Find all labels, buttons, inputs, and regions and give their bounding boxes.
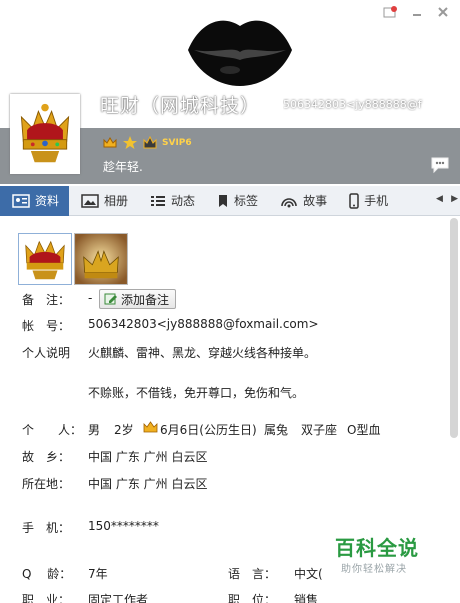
hometown-row: 故 乡： 中国 广东 广州 白云区: [22, 448, 207, 465]
svip-label: SVIP6: [162, 138, 192, 148]
crown-level-icon[interactable]: [102, 135, 118, 151]
star-level-icon[interactable]: [122, 135, 138, 151]
svip-crown-icon[interactable]: [142, 135, 158, 151]
remark-value: -: [88, 291, 93, 305]
profile-account: 506342803<jy888888@f: [283, 98, 422, 111]
tab-label: 相册: [104, 194, 129, 208]
remark-label: 备 注：: [22, 293, 71, 307]
badge-row: SVIP6: [102, 135, 192, 151]
position-value: 销售: [294, 593, 319, 603]
mobile-value: 150********: [88, 519, 159, 533]
avatar-thumb[interactable]: [18, 233, 72, 285]
bio-row: 个人说明 火麒麟、雷神、黑龙、穿越火线各种接单。 不赊账，不借钱，免开尊口，免伤…: [22, 344, 316, 400]
hometown-label: 故 乡：: [22, 450, 71, 464]
location-row: 所在地： 中国 广东 广州 白云区: [22, 475, 207, 492]
location-label: 所在地：: [22, 477, 71, 491]
broadcast-icon: [281, 197, 297, 207]
edit-note-icon: [104, 293, 117, 305]
location-value: 中国 广东 广州 白云区: [88, 477, 208, 491]
remark-row: 备 注：: [22, 291, 76, 308]
profile-header: 旺财（网城科技） 506342803<jy888888@f SVIP6 趁年轻.: [0, 0, 460, 184]
phone-icon: [349, 192, 359, 209]
mobile-label: 手 机：: [22, 521, 71, 535]
profile-name: 旺财（网城科技）: [100, 95, 261, 117]
account-label: 帐 号：: [22, 319, 71, 333]
window-controls: [380, 4, 454, 20]
personal-star-sign: 双子座: [301, 423, 338, 437]
q-age-value: 7年: [88, 567, 108, 581]
language-row: 语 言： 中文(: [228, 565, 323, 582]
profile-signature: 趁年轻.: [103, 160, 143, 174]
tab-label: 故事: [303, 194, 328, 208]
account-row: 帐 号： 506342803<jy888888@foxmail.com>: [22, 317, 319, 334]
tab-label: 标签: [234, 194, 259, 208]
skin-icon[interactable]: [380, 4, 402, 20]
q-age-label: Q 龄：: [22, 567, 72, 581]
job-label: 职 业：: [22, 593, 71, 603]
bio-line-1: 火麒麟、雷神、黑龙、穿越火线各种接单。: [88, 346, 317, 360]
tab-label: 手机: [364, 194, 389, 208]
position-label: 职 位：: [228, 593, 277, 603]
tab-profile[interactable]: 资料: [0, 185, 70, 216]
watermark: 百科全说 助你轻松解决: [325, 530, 453, 580]
tab-album[interactable]: 相册: [69, 186, 138, 216]
mobile-row: 手 机： 150********: [22, 519, 159, 536]
tab-tags[interactable]: 标签: [205, 186, 268, 216]
bio-label: 个人说明: [22, 346, 71, 360]
birthday-crown-icon: [143, 421, 158, 433]
tab-scroll-arrows[interactable]: ◀ ▶: [436, 194, 458, 204]
avatar[interactable]: [10, 94, 80, 174]
hometown-value: 中国 广东 广州 白云区: [88, 450, 208, 464]
tab-scroll-right-icon[interactable]: ▶: [451, 194, 458, 204]
job-value: 固定工作者: [88, 593, 149, 603]
bio-line-2: 不赊账，不借钱，免开尊口，免伤和气。: [88, 386, 305, 400]
feed-list-icon: [151, 195, 166, 206]
tab-feed[interactable]: 动态: [138, 186, 205, 216]
q-age-row: Q 龄： 7年: [22, 565, 108, 582]
tab-label: 动态: [171, 194, 196, 208]
lips-cover-image: [188, 20, 292, 87]
personal-age: 2岁: [114, 423, 134, 437]
account-value: 506342803<jy888888@foxmail.com>: [88, 317, 319, 331]
minimize-icon[interactable]: [406, 4, 428, 20]
tab-scroll-left-icon[interactable]: ◀: [436, 194, 443, 204]
scrollbar[interactable]: [450, 218, 458, 438]
job-row: 职 业： 固定工作者: [22, 591, 148, 603]
add-remark-label: 添加备注: [121, 292, 170, 307]
add-remark-button[interactable]: 添加备注: [99, 289, 177, 309]
position-row: 职 位： 销售: [228, 591, 318, 603]
tab-label: 资料: [35, 194, 60, 208]
photo-icon: [81, 193, 99, 208]
avatar-history: [18, 233, 128, 285]
comment-icon[interactable]: [430, 156, 450, 174]
avatar-thumb[interactable]: [74, 233, 128, 285]
tab-bar: 资料 相册 动态 标签 故事 手机 ◀ ▶: [0, 185, 460, 216]
personal-gender: 男: [88, 423, 101, 437]
close-icon[interactable]: [432, 4, 454, 20]
personal-blood-type: O型血: [347, 423, 381, 437]
tab-phone[interactable]: 手机: [337, 186, 398, 216]
watermark-title: 百科全说: [335, 536, 419, 560]
personal-zodiac: 属兔: [264, 423, 289, 437]
personal-birthday: 6月6日(公历生日): [160, 423, 257, 437]
language-value: 中文(: [294, 567, 323, 581]
personal-label: 个 人：: [22, 423, 83, 437]
profile-card-icon: [12, 193, 30, 208]
language-label: 语 言：: [228, 567, 277, 581]
personal-row: 个 人： 男 2岁 6月6日(公历生日) 属兔 双子座 O型血: [22, 421, 380, 438]
tag-icon: [219, 194, 228, 207]
tab-story[interactable]: 故事: [268, 186, 337, 216]
watermark-subtitle: 助你轻松解决: [341, 564, 407, 575]
